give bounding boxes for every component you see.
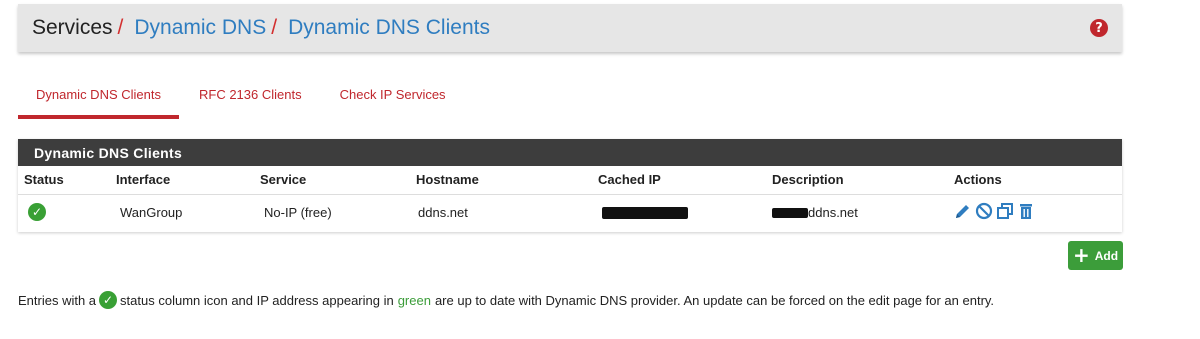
- column-header-service[interactable]: Service: [254, 166, 410, 195]
- disable-circle-icon[interactable]: [975, 202, 993, 220]
- cached-ip-cell: [592, 194, 766, 230]
- column-header-status[interactable]: Status: [18, 166, 110, 195]
- note-green-word: green: [397, 292, 431, 308]
- breadcrumb-separator: /: [117, 16, 124, 39]
- column-header-interface[interactable]: Interface: [110, 166, 254, 195]
- column-header-hostname[interactable]: Hostname: [410, 166, 592, 195]
- check-circle-icon: ✓: [28, 203, 46, 222]
- add-button[interactable]: + Add: [1068, 241, 1123, 270]
- breadcrumb-services: Services: [32, 16, 113, 39]
- clients-table: Status Interface Service Hostname Cached…: [18, 166, 1122, 230]
- column-header-description[interactable]: Description: [766, 166, 948, 195]
- description-cell: ddns.net: [766, 194, 948, 230]
- table-row[interactable]: ✓ WanGroup No-IP (free) ddns.net ddns.ne…: [18, 194, 1122, 230]
- row-actions: [954, 202, 1035, 220]
- check-circle-icon: ✓: [99, 291, 118, 309]
- breadcrumb-header: Services / Dynamic DNS / Dynamic DNS Cli…: [18, 4, 1122, 52]
- table-header-row: Status Interface Service Hostname Cached…: [18, 166, 1122, 195]
- note-text-end: are up to date with Dynamic DNS provider…: [434, 292, 995, 308]
- add-button-label: Add: [1094, 248, 1119, 263]
- status-note: Entries with a ✓ status column icon and …: [18, 291, 994, 309]
- column-header-cached-ip[interactable]: Cached IP: [592, 166, 766, 195]
- breadcrumb-dynamic-dns[interactable]: Dynamic DNS: [134, 16, 266, 40]
- note-text-start: Entries with a: [18, 292, 97, 308]
- interface-cell: WanGroup: [110, 194, 254, 230]
- tab-dynamic-dns-clients[interactable]: Dynamic DNS Clients: [18, 78, 179, 119]
- clients-panel: Dynamic DNS Clients Status Interface Ser…: [18, 139, 1122, 232]
- actions-cell: [948, 194, 1122, 230]
- plus-icon: +: [1072, 242, 1090, 267]
- service-cell: No-IP (free): [254, 194, 410, 230]
- status-cell: ✓: [18, 194, 110, 230]
- description-value: ddns.net: [808, 204, 858, 220]
- tab-rfc-2136-clients[interactable]: RFC 2136 Clients: [181, 78, 320, 119]
- edit-pencil-icon[interactable]: [954, 202, 972, 220]
- help-icon[interactable]: ?: [1090, 19, 1108, 37]
- tab-check-ip-services[interactable]: Check IP Services: [322, 78, 464, 119]
- redaction-mark: [602, 207, 688, 220]
- column-header-actions: Actions: [948, 166, 1122, 195]
- hostname-cell: ddns.net: [410, 194, 592, 230]
- breadcrumb-dynamic-dns-clients[interactable]: Dynamic DNS Clients: [288, 16, 490, 40]
- copy-icon[interactable]: [996, 202, 1014, 220]
- redaction-mark: [772, 208, 808, 219]
- delete-trash-icon[interactable]: [1017, 202, 1035, 220]
- note-text-middle: status column icon and IP address appear…: [120, 292, 394, 308]
- interface-value: WanGroup: [120, 204, 183, 220]
- panel-title: Dynamic DNS Clients: [18, 139, 1122, 166]
- breadcrumb-separator: /: [271, 16, 278, 39]
- hostname-value: ddns.net: [418, 204, 468, 220]
- tab-bar: Dynamic DNS Clients RFC 2136 Clients Che…: [18, 78, 464, 119]
- service-value: No-IP (free): [264, 204, 332, 220]
